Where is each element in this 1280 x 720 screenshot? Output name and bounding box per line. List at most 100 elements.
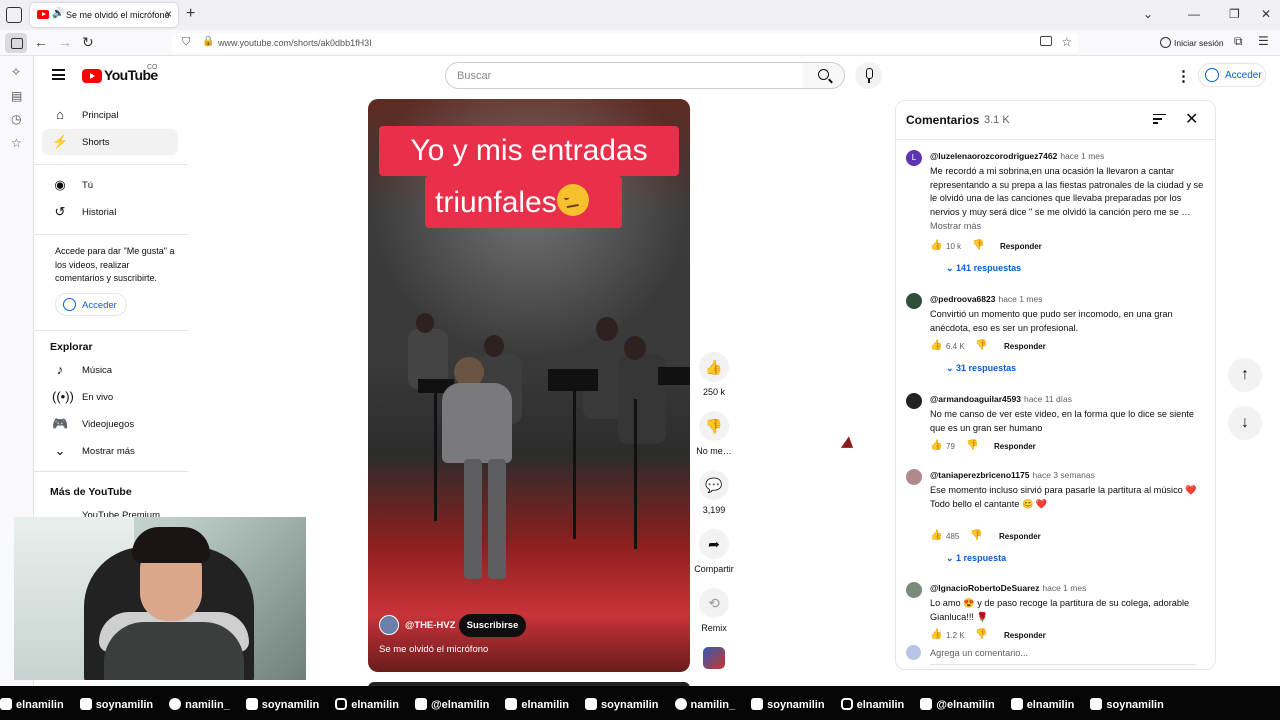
reply-button[interactable]: Responder (1004, 342, 1046, 351)
author-handle[interactable]: @IgnacioRobertoDeSuarez (930, 583, 1039, 593)
thumbs-up-icon[interactable]: 👍 (930, 530, 942, 541)
share-button[interactable]: ➦ Compartir (694, 529, 734, 574)
like-count: 485 (946, 532, 960, 541)
search-input[interactable]: Buscar (445, 62, 804, 89)
reply-button[interactable]: Responder (1004, 631, 1046, 640)
guide-item-historial[interactable]: ↺ Historial (42, 199, 178, 225)
synced-tabs-icon[interactable]: ▤ (11, 89, 22, 103)
author-handle[interactable]: @luzelenaorozcorodriguez7462 (930, 151, 1057, 161)
lock-icon[interactable]: 🔒 (202, 36, 214, 47)
comment-author[interactable]: @taniaperezbriceno1175 hace 3 semanas (930, 470, 1095, 480)
guide-item-mostrar-mas[interactable]: ⌄ Mostrar más (42, 438, 178, 464)
comment-author[interactable]: @luzelenaorozcorodriguez7462 hace 1 mes (930, 151, 1104, 161)
settings-kebab-icon[interactable]: ⋮ (1176, 67, 1191, 85)
close-tab-icon[interactable]: × (165, 7, 172, 21)
channel-name[interactable]: @THE-HVZ (405, 620, 455, 631)
close-comments-icon[interactable]: ✕ (1185, 109, 1198, 129)
thumbs-down-icon[interactable]: 👎 (975, 629, 987, 640)
thumbs-up-icon[interactable]: 👍 (930, 440, 942, 451)
guide-menu-icon[interactable] (52, 69, 65, 80)
address-bar[interactable]: ⛉ 🔒 www.youtube.com/shorts/ak0dbb1fH3I ☆ (172, 33, 1078, 53)
back-icon[interactable]: ← (34, 34, 48, 50)
like-button[interactable]: 👍 250 k (698, 352, 730, 397)
comment-time[interactable]: hace 3 semanas (1032, 470, 1094, 480)
comment-time[interactable]: hace 1 mes (1042, 583, 1086, 593)
channel-avatar[interactable] (379, 615, 399, 635)
social-handle: elnamilin (0, 698, 64, 711)
menu-icon[interactable]: ☰ (1258, 34, 1269, 48)
browser-tab-active[interactable]: 🔊 Se me olvidó el micrófono × (30, 3, 178, 27)
minimize-icon[interactable]: — (1188, 7, 1200, 21)
previous-short-button[interactable]: ↑ (1228, 358, 1262, 392)
guide-item-en-vivo[interactable]: ((•)) En vivo (42, 384, 178, 410)
view-replies-button[interactable]: ⌄ 31 respuestas (946, 363, 1016, 374)
comment-time[interactable]: hace 11 días (1024, 394, 1072, 404)
extensions-icon[interactable]: ⧉ (1234, 34, 1243, 49)
author-handle[interactable]: @taniaperezbriceno1175 (930, 470, 1029, 480)
commenter-avatar[interactable] (906, 393, 922, 409)
comments-button[interactable]: 💬 3,199 (698, 470, 730, 515)
author-handle[interactable]: @armandoaguilar4593 (930, 394, 1021, 404)
guide-item-videojuegos[interactable]: 🎮 Videojuegos (42, 411, 178, 437)
forward-icon[interactable]: → (58, 34, 72, 50)
speaker-icon[interactable]: 🔊 (52, 8, 64, 19)
social-handle: soynamilin (79, 698, 153, 711)
sign-in-button[interactable]: Acceder (1198, 63, 1266, 87)
voice-search-button[interactable] (855, 62, 882, 89)
comment-time[interactable]: hace 1 mes (998, 294, 1042, 304)
view-replies-button[interactable]: ⌄ 1 respuesta (946, 553, 1006, 564)
history-clock-icon[interactable]: ◷ (11, 112, 21, 126)
thumbs-down-icon[interactable]: 👎 (975, 340, 987, 351)
restore-icon[interactable]: ❐ (1229, 7, 1240, 21)
comment-author[interactable]: @pedroova6823 hace 1 mes (930, 294, 1042, 304)
thumbs-up-icon[interactable]: 👍 (930, 240, 942, 251)
thumbs-down-icon[interactable]: 👎 (970, 530, 982, 541)
new-tab-icon[interactable]: + (186, 5, 195, 23)
remix-button[interactable]: ⟲ Remix (698, 588, 730, 633)
ai-sparkle-icon[interactable]: ✧ (11, 65, 21, 79)
sort-icon[interactable] (1153, 114, 1166, 124)
shorts-icon: ⚡ (52, 134, 69, 149)
guide-sign-in-button[interactable]: Acceder (55, 293, 127, 316)
bookmark-star-icon[interactable]: ☆ (1061, 35, 1072, 49)
thumbs-up-icon[interactable]: 👍 (930, 340, 942, 351)
thumbs-up-icon[interactable]: 👍 (930, 629, 942, 640)
thumbs-down-icon[interactable]: 👎 (966, 440, 978, 451)
social-handle: namilin_ (674, 698, 735, 711)
comment-author[interactable]: @IgnacioRobertoDeSuarez hace 1 mes (930, 583, 1086, 593)
reply-button[interactable]: Responder (1000, 242, 1042, 251)
commenter-avatar[interactable] (906, 293, 922, 309)
comment-time[interactable]: hace 1 mes (1060, 151, 1104, 161)
audio-track-thumbnail[interactable] (703, 647, 725, 669)
reply-button[interactable]: Responder (999, 532, 1041, 541)
author-handle[interactable]: @pedroova6823 (930, 294, 995, 304)
view-replies-button[interactable]: ⌄ 141 respuestas (946, 263, 1021, 274)
subscribe-button[interactable]: Suscribirse (459, 614, 526, 637)
social-handle-text: soynamilin (601, 699, 659, 711)
tab-list-icon[interactable] (6, 7, 22, 23)
bookmarks-star-icon[interactable]: ☆ (11, 136, 22, 150)
mouse-cursor-icon (840, 436, 858, 454)
list-all-tabs-icon[interactable]: ⌄ (1143, 7, 1153, 21)
add-comment-input[interactable]: Agrega un comentario... (930, 648, 1028, 658)
guide-item-shorts[interactable]: ⚡ Shorts (42, 129, 178, 155)
comment-author[interactable]: @armandoaguilar4593 hace 11 días (930, 394, 1072, 404)
sidebar-toggle-icon[interactable] (5, 33, 27, 53)
guide-item-musica[interactable]: ♪ Música (42, 357, 178, 383)
dislike-button[interactable]: 👎 No me… (696, 411, 732, 456)
guide-item-principal[interactable]: ⌂ Principal (42, 102, 178, 128)
browser-signin[interactable]: Iniciar sesión (1160, 37, 1224, 48)
tracking-shield-icon[interactable]: ⛉ (182, 36, 190, 49)
guide-item-tu[interactable]: ◉ Tú (42, 172, 178, 198)
close-window-icon[interactable]: ✕ (1261, 7, 1271, 21)
search-button[interactable] (803, 62, 845, 89)
show-more-link[interactable]: Mostrar más (930, 221, 981, 231)
reader-view-icon[interactable] (1040, 36, 1052, 46)
thumbs-down-icon[interactable]: 👎 (972, 240, 984, 251)
commenter-avatar[interactable]: L (906, 150, 922, 166)
commenter-avatar[interactable] (906, 469, 922, 485)
reply-button[interactable]: Responder (994, 442, 1036, 451)
next-short-button[interactable]: ↓ (1228, 406, 1262, 440)
reload-icon[interactable]: ↻ (82, 34, 94, 51)
commenter-avatar[interactable] (906, 582, 922, 598)
